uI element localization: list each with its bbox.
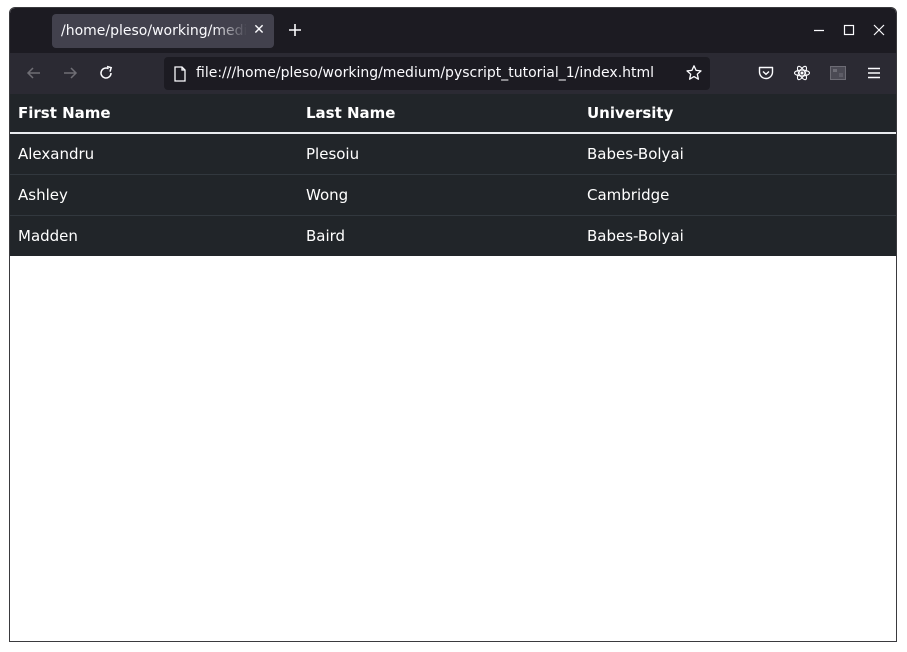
page-icon <box>174 66 186 82</box>
table-cell: Cambridge <box>579 173 896 215</box>
table-cell: Wong <box>298 173 579 215</box>
column-header: First Name <box>10 94 298 134</box>
close-tab-icon[interactable]: ✕ <box>251 22 267 38</box>
extension-icon[interactable] <box>829 64 847 82</box>
browser-window: /home/pleso/working/medium/pyscript_tuto… <box>9 7 897 642</box>
column-header: University <box>579 94 896 134</box>
table-cell: Babes-Bolyai <box>587 144 684 163</box>
browser-tab[interactable]: /home/pleso/working/medium/pyscript_tuto… <box>52 14 274 48</box>
table-cell: Alexandru <box>18 144 95 163</box>
table-cell: Plesoiu <box>306 144 360 163</box>
address-bar[interactable]: file:///home/pleso/working/medium/pyscri… <box>164 57 710 90</box>
arrow-right-icon[interactable] <box>61 64 79 82</box>
table-cell: Ashley <box>10 173 298 215</box>
table-cell: Babes-Bolyai <box>579 214 896 256</box>
table-header-row: First Name Last Name University <box>10 94 896 134</box>
pocket-icon[interactable] <box>757 64 775 82</box>
maximize-window-icon[interactable] <box>841 22 857 38</box>
close-window-icon[interactable] <box>871 22 887 38</box>
table-row: Alexandru Plesoiu Babes-Bolyai <box>10 133 896 174</box>
tab-title: /home/pleso/working/medium/pyscript_tuto… <box>61 23 247 39</box>
new-tab-plus-icon[interactable] <box>285 20 305 40</box>
hamburger-menu-icon[interactable] <box>865 64 883 82</box>
reload-icon[interactable] <box>97 64 115 82</box>
students-table: First Name Last Name University Alexandr… <box>10 94 896 256</box>
url-text[interactable]: file:///home/pleso/working/medium/pyscri… <box>196 57 654 90</box>
tab-strip: /home/pleso/working/medium/pyscript_tuto… <box>10 8 896 53</box>
navigation-toolbar: file:///home/pleso/working/medium/pyscri… <box>10 53 896 94</box>
table-row: Ashley Wong Cambridge <box>10 173 896 215</box>
react-icon[interactable] <box>793 64 811 82</box>
minimize-window-icon[interactable] <box>811 22 827 38</box>
column-header: Last Name <box>298 94 579 134</box>
page-content: First Name Last Name University Alexandr… <box>10 94 896 641</box>
arrow-left-icon[interactable] <box>25 64 43 82</box>
table-cell: Baird <box>298 214 579 256</box>
table-cell: Madden <box>10 214 298 256</box>
star-icon[interactable] <box>685 64 703 82</box>
table-row: Madden Baird Babes-Bolyai <box>10 214 896 256</box>
